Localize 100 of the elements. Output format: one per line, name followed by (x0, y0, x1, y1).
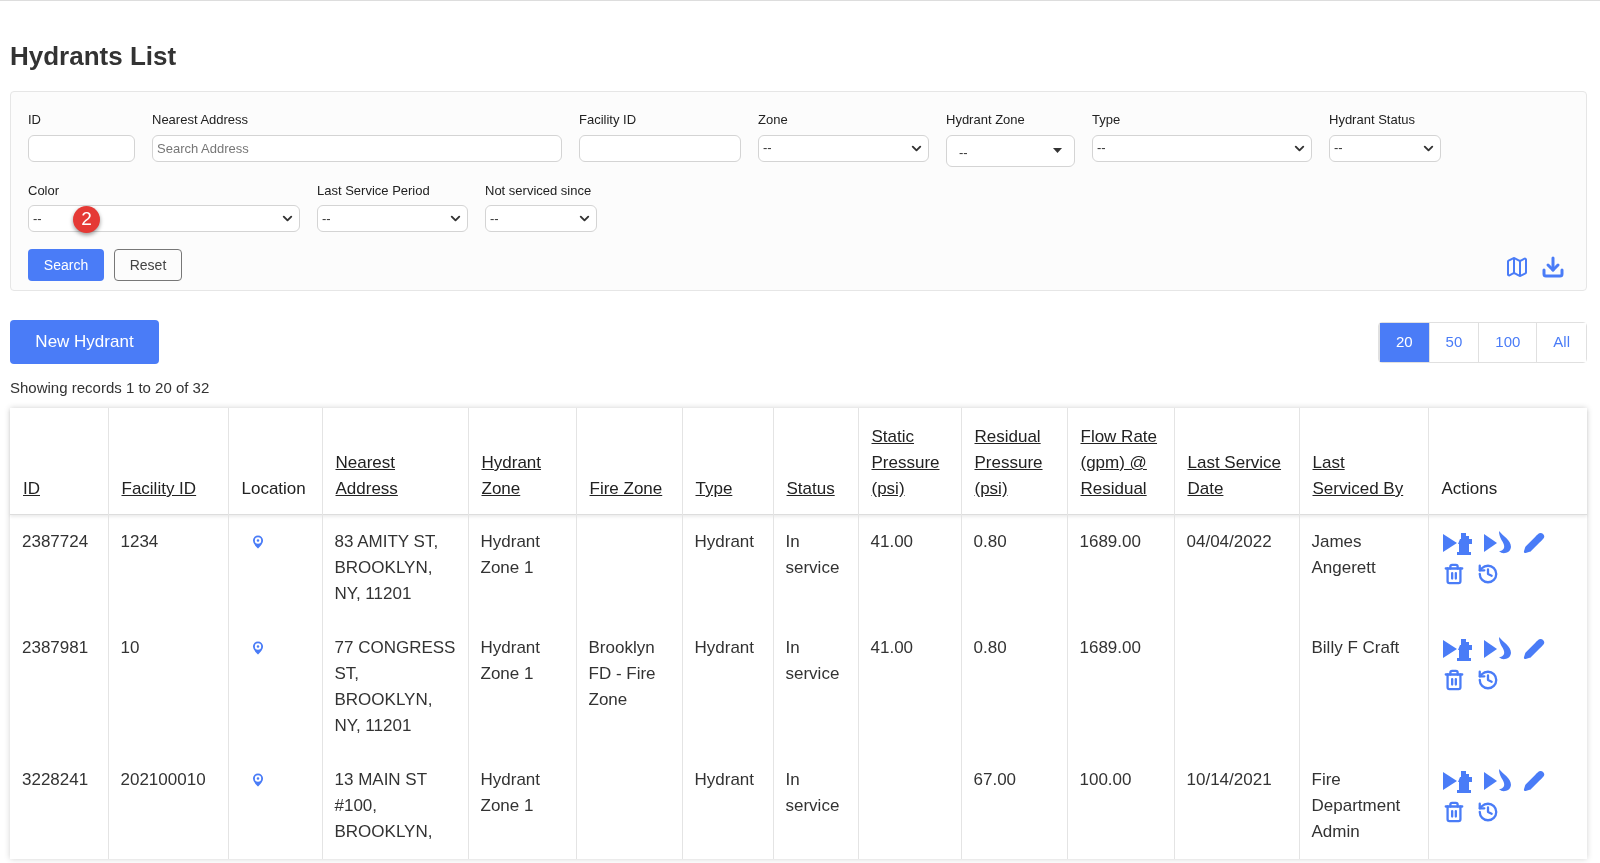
table-cell-text: 41.00 (870, 531, 914, 553)
column-header[interactable]: Nearest Address (335, 450, 455, 502)
hydrant-play-button[interactable] (1442, 637, 1473, 661)
hydrant-play-icon (1442, 637, 1473, 661)
search-button[interactable]: Search (28, 249, 104, 281)
table-cell-text: 100.00 (1079, 769, 1132, 791)
edit-button[interactable] (1522, 770, 1545, 792)
map-icon (1505, 255, 1529, 279)
table-cell-text: 1689.00 (1079, 531, 1141, 553)
delete-button[interactable] (1442, 669, 1465, 691)
hydrant-play-button[interactable] (1442, 531, 1473, 555)
field-label: ID (28, 111, 42, 129)
column-header[interactable]: Type (695, 476, 733, 502)
select-field[interactable]: -- (1092, 134, 1312, 162)
page-size-button[interactable]: 20 (1378, 322, 1429, 362)
text-field[interactable] (579, 134, 741, 162)
table-cell-text: Hydrant Zone 1 (480, 637, 542, 685)
play-drop-button[interactable] (1483, 769, 1512, 793)
delete-button[interactable] (1442, 801, 1465, 823)
play-drop-icon (1483, 531, 1512, 555)
table-cell-text: In service (785, 531, 841, 579)
hydrant-play-icon (1442, 531, 1473, 555)
column-header: Actions (1441, 478, 1498, 500)
download-button[interactable] (1541, 255, 1565, 279)
delete-button[interactable] (1442, 563, 1465, 585)
field-label: Last Service Period (317, 181, 431, 200)
hydrant-play-icon (1442, 769, 1473, 793)
trash-icon (1442, 563, 1465, 585)
caret-icon (1053, 148, 1062, 153)
column-header[interactable]: Last Service Date (1187, 450, 1286, 502)
table-cell-text: 04/04/2022 (1186, 531, 1272, 553)
map-button[interactable] (1505, 255, 1529, 279)
table-cell-text: 10/14/2021 (1186, 769, 1272, 791)
select-field[interactable]: -- 2 (28, 205, 300, 232)
table-cell-text: 202100010 (120, 769, 206, 791)
column-header[interactable]: Flow Rate (gpm) @ Residual (1080, 424, 1161, 502)
page-size-button[interactable]: All (1536, 322, 1586, 362)
table-cell-text: In service (785, 637, 841, 685)
download-icon (1541, 255, 1565, 279)
column-header[interactable]: Last Serviced By (1312, 450, 1415, 502)
new-hydrant-button[interactable]: New Hydrant (10, 320, 159, 364)
text-field[interactable] (28, 134, 135, 162)
table-cell-text: Hydrant (694, 637, 755, 659)
select-field[interactable]: -- (317, 205, 468, 232)
pencil-icon (1522, 532, 1545, 554)
history-button[interactable] (1476, 801, 1499, 823)
text-field[interactable]: Search Address (152, 134, 562, 162)
history-button[interactable] (1476, 669, 1499, 691)
column-header[interactable]: Fire Zone (589, 476, 663, 502)
field-label: Not serviced since (485, 181, 593, 200)
column-header[interactable]: Hydrant Zone (481, 450, 563, 502)
field-label: Hydrant Status (1329, 111, 1416, 129)
table-cell-text: 0.80 (973, 531, 1007, 553)
table-cell-text: Hydrant Zone 1 (480, 769, 542, 817)
field-label: Hydrant Zone (946, 111, 1026, 129)
table-cell-text: Hydrant (694, 769, 755, 791)
table-cell-text: 1234 (120, 531, 159, 553)
table-cell-text: 67.00 (973, 769, 1017, 791)
edit-button[interactable] (1522, 532, 1545, 554)
history-button[interactable] (1476, 563, 1499, 585)
table-cell-text: Brooklyn FD - Fire Zone (588, 637, 657, 711)
table-cell-text: 13 MAIN ST #100, BROOKLYN, (334, 769, 434, 843)
table-cell-text: 77 CONGRESS ST, BROOKLYN, NY, 11201 (334, 637, 456, 737)
trash-icon (1442, 801, 1465, 823)
select-field[interactable]: -- (1329, 134, 1441, 162)
pencil-icon (1522, 770, 1545, 792)
step-badge: 2 (73, 206, 100, 233)
play-drop-button[interactable] (1483, 531, 1512, 555)
field-label: Type (1092, 111, 1122, 129)
table-cell-text: 41.00 (870, 637, 914, 659)
table-cell-text: Billy F Craft (1311, 637, 1400, 659)
page-title: Hydrants List (10, 41, 178, 71)
select-field[interactable]: -- (758, 134, 929, 162)
column-header[interactable]: Status (786, 476, 835, 502)
select-field[interactable]: -- (946, 134, 1075, 167)
field-label: Zone (758, 111, 789, 129)
column-header[interactable]: Residual Pressure (psi) (974, 424, 1054, 502)
select-field[interactable]: -- (485, 205, 597, 232)
table-cell-text: 3228241 (22, 769, 89, 791)
column-header[interactable]: ID (23, 476, 40, 502)
table-cell-text: 1689.00 (1079, 637, 1141, 659)
field-label: Color (28, 181, 61, 200)
table-cell-text: Hydrant (694, 531, 755, 553)
field-label: Facility ID (579, 111, 638, 129)
edit-button[interactable] (1522, 638, 1545, 660)
table-cell-text: In service (785, 769, 841, 817)
history-icon (1476, 563, 1499, 585)
column-header[interactable]: Static Pressure (psi) (871, 424, 948, 502)
table-cell-text: 10 (120, 637, 140, 659)
column-header[interactable]: Facility ID (121, 476, 197, 502)
play-drop-button[interactable] (1483, 637, 1512, 661)
hydrant-play-button[interactable] (1442, 769, 1473, 793)
field-label: Nearest Address (152, 111, 250, 129)
table-cell-text: 2387981 (22, 637, 89, 659)
table-cell-text: 0.80 (973, 637, 1007, 659)
table-cell-text: James Angerett (1311, 531, 1377, 579)
history-icon (1476, 669, 1499, 691)
play-drop-icon (1483, 637, 1512, 661)
table-cell-text: 83 AMITY ST, BROOKLYN, NY, 11201 (334, 531, 440, 605)
reset-button[interactable]: Reset (114, 249, 182, 281)
